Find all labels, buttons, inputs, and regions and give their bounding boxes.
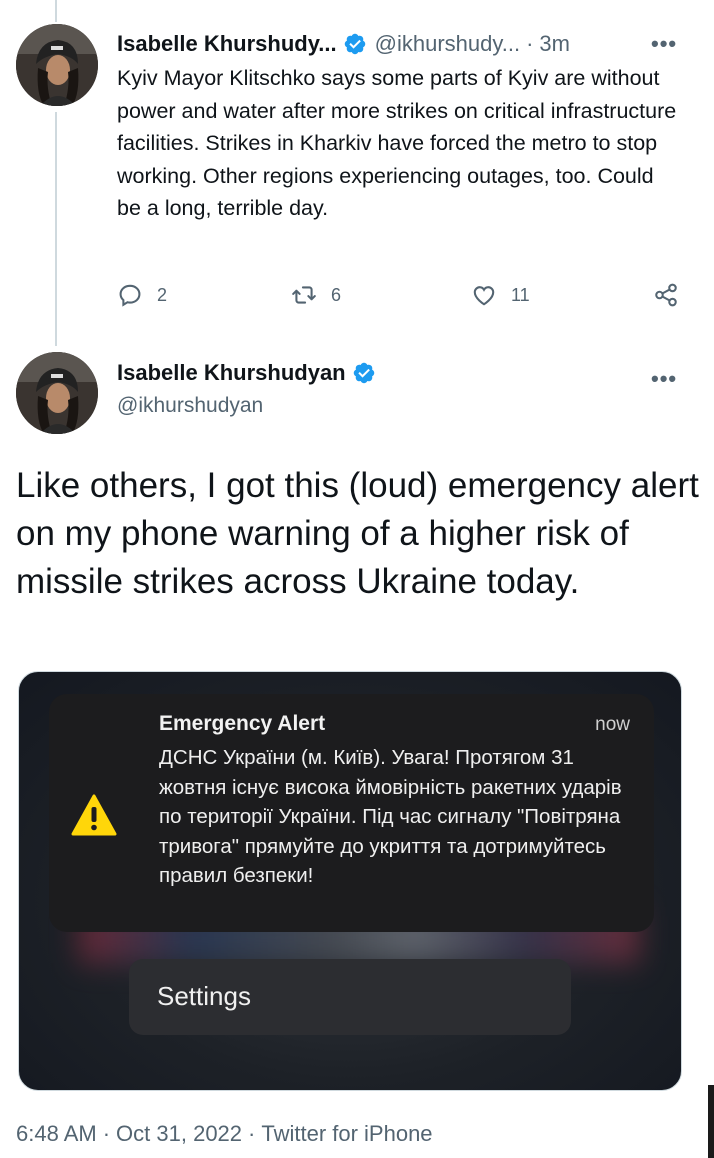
like-button[interactable]: 11 bbox=[471, 282, 530, 308]
separator: · bbox=[102, 1121, 111, 1146]
settings-button: Settings bbox=[129, 959, 571, 1035]
alert-text: ДСНС України (м. Київ). Увага! Протягом … bbox=[159, 746, 622, 887]
screen-edge bbox=[708, 1085, 714, 1158]
parent-tweet-header: Isabelle Khurshudy... @ikhurshudy... · 3… bbox=[117, 28, 570, 60]
thread-line-top bbox=[55, 0, 57, 22]
like-icon bbox=[473, 286, 495, 306]
alert-title: Emergency Alert bbox=[159, 712, 326, 735]
retweet-count: 6 bbox=[331, 284, 342, 305]
avatar-photo-icon bbox=[16, 24, 98, 106]
tweet-media-image[interactable]: Emergency Alert now ДСНС України (м. Киї… bbox=[18, 671, 682, 1091]
author-name-row: Isabelle Khurshudyan bbox=[117, 360, 376, 386]
tweet-source[interactable]: Twitter for iPhone bbox=[261, 1121, 432, 1146]
tweet-text: Kyiv Mayor Klitschko says some parts of … bbox=[117, 66, 677, 220]
more-icon[interactable]: ••• bbox=[651, 31, 677, 57]
avatar[interactable] bbox=[16, 352, 98, 434]
reply-icon bbox=[119, 284, 141, 307]
verified-badge-icon bbox=[353, 362, 374, 384]
retweet-icon bbox=[292, 286, 316, 304]
retweet-button[interactable]: 6 bbox=[291, 282, 341, 308]
share-button[interactable] bbox=[653, 282, 679, 308]
share-icon bbox=[655, 283, 677, 307]
author-name[interactable]: Isabelle Khurshudy... bbox=[117, 31, 337, 57]
author-handle[interactable]: @ikhurshudyan bbox=[117, 394, 263, 418]
avatar[interactable] bbox=[16, 24, 98, 106]
emergency-alert-notification: Emergency Alert now ДСНС України (м. Киї… bbox=[49, 694, 654, 932]
settings-label: Settings bbox=[157, 981, 251, 1011]
tweet-time[interactable]: 3m bbox=[539, 31, 570, 57]
verified-badge-icon bbox=[344, 33, 365, 55]
alert-time: now bbox=[595, 714, 630, 735]
tweet-text: Like others, I got this (loud) emergency… bbox=[16, 466, 699, 601]
author-name[interactable]: Isabelle Khurshudyan bbox=[117, 360, 346, 386]
like-count: 11 bbox=[511, 284, 530, 305]
tweet-meta: 6:48 AM · Oct 31, 2022 · Twitter for iPhone bbox=[16, 1121, 433, 1147]
tweet-actions: 2 6 11 bbox=[117, 282, 687, 316]
separator: · bbox=[248, 1121, 256, 1146]
tweet-timestamp[interactable]: 6:48 AM bbox=[16, 1121, 97, 1146]
warning-icon bbox=[71, 794, 117, 836]
tweet-date[interactable]: Oct 31, 2022 bbox=[116, 1121, 242, 1146]
reply-button[interactable]: 2 bbox=[117, 282, 167, 308]
separator: · bbox=[526, 31, 534, 56]
more-icon[interactable]: ••• bbox=[651, 366, 677, 392]
reply-count: 2 bbox=[157, 284, 168, 305]
thread-line bbox=[55, 112, 57, 346]
avatar-photo-icon bbox=[16, 352, 98, 434]
author-handle[interactable]: @ikhurshudy... bbox=[375, 31, 520, 57]
